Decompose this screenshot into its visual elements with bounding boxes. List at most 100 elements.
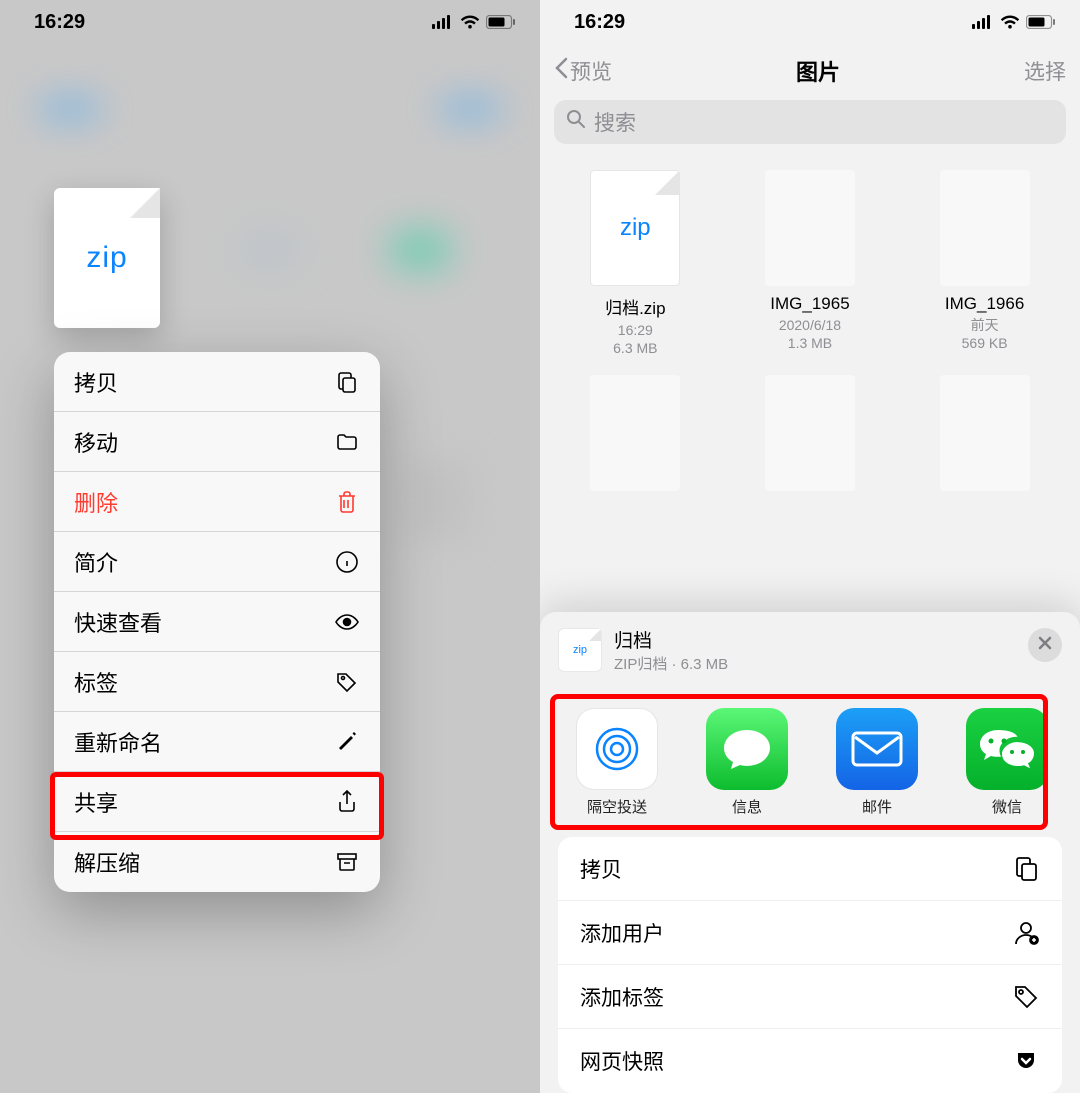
- ctx-info[interactable]: 简介: [54, 532, 380, 592]
- ctx-copy-label: 拷贝: [74, 366, 118, 398]
- sheet-subtitle: ZIP归档 · 6.3 MB: [614, 653, 728, 674]
- file-name: IMG_1966: [945, 294, 1024, 314]
- zip-label: zip: [620, 214, 651, 242]
- nav-bar: 预览 图片 选择: [540, 44, 1080, 92]
- status-indicators: [972, 15, 1056, 29]
- file-meta: 16:296.3 MB: [613, 321, 657, 357]
- ctx-uncompress-label: 解压缩: [74, 846, 140, 878]
- info-icon: [334, 549, 360, 575]
- share-sheet: zip 归档 ZIP归档 · 6.3 MB 隔空投送 信息: [540, 612, 1080, 1093]
- file-meta: 2020/6/181.3 MB: [779, 316, 841, 352]
- ctx-copy[interactable]: 拷贝: [54, 352, 380, 412]
- ctx-delete[interactable]: 删除: [54, 472, 380, 532]
- img-thumb: [940, 170, 1030, 286]
- copy-icon: [334, 369, 360, 395]
- ctx-move[interactable]: 移动: [54, 412, 380, 472]
- share-app-more[interactable]: [1076, 708, 1080, 817]
- zip-label: zip: [86, 241, 127, 275]
- pocket-icon: [1012, 1047, 1040, 1075]
- file-item[interactable]: [548, 375, 723, 509]
- app-label: 信息: [732, 796, 762, 817]
- ctx-tags-label: 标签: [74, 666, 118, 698]
- ctx-rename[interactable]: 重新命名: [54, 712, 380, 772]
- back-button[interactable]: 预览: [554, 56, 612, 86]
- folder-icon: [334, 429, 360, 455]
- status-bar: 16:29: [540, 0, 1080, 44]
- share-apps-row: 隔空投送 信息 邮件 微信: [540, 690, 1080, 827]
- file-meta: 前天569 KB: [962, 316, 1008, 352]
- ctx-move-label: 移动: [74, 426, 118, 458]
- right-phone: 16:29 预览 图片 选择 搜索 zip 归档.zip 16:296.3 MB…: [540, 0, 1080, 1093]
- close-button[interactable]: [1028, 628, 1062, 662]
- status-time: 16:29: [574, 11, 625, 34]
- ctx-rename-label: 重新命名: [74, 726, 162, 758]
- left-phone: 16:29 zip 拷贝 移动: [0, 0, 540, 1093]
- wechat-icon: [966, 708, 1048, 790]
- tag-icon: [334, 669, 360, 695]
- file-name: IMG_1965: [770, 294, 849, 314]
- ctx-tags[interactable]: 标签: [54, 652, 380, 712]
- ctx-delete-label: 删除: [74, 486, 118, 518]
- ctx-quicklook-label: 快速查看: [74, 606, 162, 638]
- archive-icon: [334, 849, 360, 875]
- search-placeholder: 搜索: [594, 107, 636, 137]
- img-thumb: [765, 170, 855, 286]
- app-label: 邮件: [862, 796, 892, 817]
- app-label: 微信: [992, 796, 1022, 817]
- select-button[interactable]: 选择: [1024, 56, 1066, 86]
- add-user-icon: [1012, 919, 1040, 947]
- action-label: 添加标签: [580, 982, 664, 1012]
- ctx-info-label: 简介: [74, 546, 118, 578]
- share-app-wechat[interactable]: 微信: [946, 708, 1068, 817]
- ctx-uncompress[interactable]: 解压缩: [54, 832, 380, 892]
- airdrop-icon: [576, 708, 658, 790]
- context-menu: 拷贝 移动 删除 简介 快速查看 标签 重新命名 共享: [54, 352, 380, 892]
- trash-icon: [334, 489, 360, 515]
- sheet-header: zip 归档 ZIP归档 · 6.3 MB: [540, 612, 1080, 690]
- back-label: 预览: [570, 56, 612, 86]
- img-thumb: [765, 375, 855, 491]
- share-app-airdrop[interactable]: 隔空投送: [556, 708, 678, 817]
- file-name: 归档.zip: [605, 294, 665, 319]
- wifi-icon: [1000, 15, 1020, 29]
- search-input[interactable]: 搜索: [554, 100, 1066, 144]
- sheet-title: 归档: [614, 626, 728, 653]
- file-item[interactable]: zip 归档.zip 16:296.3 MB: [548, 170, 723, 375]
- zip-file-preview: zip: [54, 188, 160, 328]
- ctx-share-label: 共享: [74, 786, 118, 818]
- ctx-share[interactable]: 共享: [54, 772, 380, 832]
- action-adduser[interactable]: 添加用户: [558, 901, 1062, 965]
- action-label: 拷贝: [580, 854, 622, 884]
- share-actions: 拷贝 添加用户 添加标签 网页快照: [558, 837, 1062, 1093]
- tag-icon: [1012, 983, 1040, 1011]
- pencil-icon: [334, 729, 360, 755]
- share-app-messages[interactable]: 信息: [686, 708, 808, 817]
- file-item[interactable]: [897, 375, 1072, 509]
- messages-icon: [706, 708, 788, 790]
- eye-icon: [334, 609, 360, 635]
- search-icon: [566, 109, 586, 135]
- img-thumb: [940, 375, 1030, 491]
- nav-title: 图片: [796, 55, 840, 87]
- share-app-mail[interactable]: 邮件: [816, 708, 938, 817]
- zip-thumb: zip: [590, 170, 680, 286]
- file-item[interactable]: [723, 375, 898, 509]
- action-addtags[interactable]: 添加标签: [558, 965, 1062, 1029]
- battery-icon: [1026, 15, 1056, 29]
- mail-icon: [836, 708, 918, 790]
- chevron-left-icon: [554, 57, 568, 85]
- signal-icon: [972, 15, 994, 29]
- img-thumb: [590, 375, 680, 491]
- action-websnap[interactable]: 网页快照: [558, 1029, 1062, 1093]
- close-icon: [1037, 634, 1053, 657]
- sheet-thumb: zip: [558, 628, 602, 672]
- file-grid: zip 归档.zip 16:296.3 MB IMG_1965 2020/6/1…: [540, 152, 1080, 509]
- action-copy[interactable]: 拷贝: [558, 837, 1062, 901]
- app-label: 隔空投送: [587, 796, 647, 817]
- copy-icon: [1012, 855, 1040, 883]
- action-label: 添加用户: [580, 918, 664, 948]
- file-item[interactable]: IMG_1965 2020/6/181.3 MB: [723, 170, 898, 375]
- action-label: 网页快照: [580, 1046, 664, 1076]
- file-item[interactable]: IMG_1966 前天569 KB: [897, 170, 1072, 375]
- ctx-quicklook[interactable]: 快速查看: [54, 592, 380, 652]
